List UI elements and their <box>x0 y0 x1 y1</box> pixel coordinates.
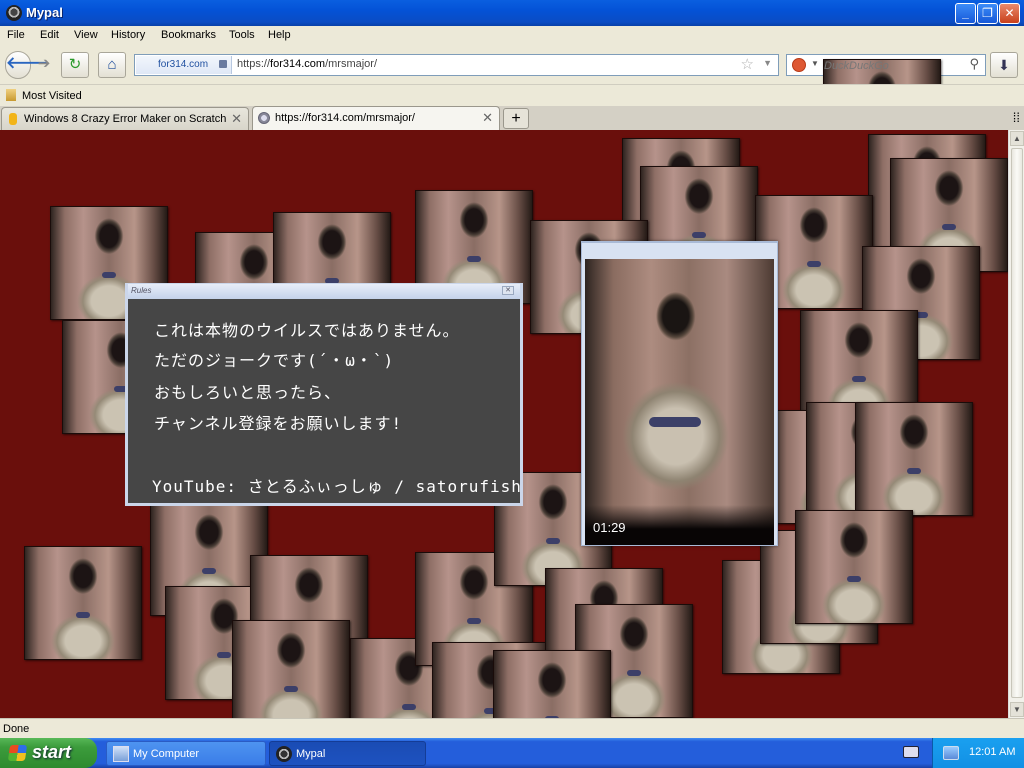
video-player[interactable]: 01:29 <box>581 241 778 546</box>
system-tray: 12:01 AM <box>932 738 1024 768</box>
menu-file[interactable]: File <box>7 29 25 41</box>
scratch-favicon-icon <box>9 113 17 125</box>
rules-line: ただのジョークです(´・ω・`) <box>154 351 395 370</box>
close-button[interactable]: ✕ <box>999 3 1020 24</box>
site-identity-button[interactable]: for314.com <box>136 56 232 74</box>
list-all-tabs-icon[interactable]: ⁞⁞ <box>1013 110 1020 125</box>
arrow-right-icon: ➔ <box>37 55 51 72</box>
search-box[interactable]: ▼ DuckDuckGo ⚲ <box>786 54 986 173</box>
bookmark-most-visited[interactable]: Most Visited <box>6 89 82 102</box>
minimize-button[interactable]: _ <box>955 3 976 24</box>
home-button[interactable]: ⌂ <box>98 52 126 78</box>
globe-icon <box>258 112 270 124</box>
menu-tools[interactable]: Tools <box>229 29 255 41</box>
menu-bar: File Edit View History Bookmarks Tools H… <box>0 26 1024 46</box>
tab-scratch[interactable]: Windows 8 Crazy Error Maker on Scratch ✕ <box>1 107 249 130</box>
rules-dialog-close-icon[interactable]: ✕ <box>502 286 514 295</box>
scroll-down-icon[interactable]: ▼ <box>1010 702 1024 717</box>
computer-icon <box>113 746 129 762</box>
chevron-down-icon[interactable]: ▼ <box>811 59 819 68</box>
video-frame[interactable]: 01:29 <box>585 259 774 545</box>
doll-image <box>795 510 913 624</box>
reload-icon: ↻ <box>68 56 82 73</box>
duckduckgo-icon[interactable] <box>792 58 806 72</box>
tab-close-icon[interactable]: ✕ <box>482 110 493 126</box>
status-text: Done <box>3 723 30 735</box>
rules-line: チャンネル登録をお願いします! <box>154 414 403 433</box>
folder-icon <box>6 89 16 101</box>
download-arrow-icon: ⬇ <box>998 57 1010 73</box>
window-title: Mypal <box>26 5 63 20</box>
doll-image <box>232 620 350 718</box>
rules-dialog-titlebar[interactable]: Rules ✕ <box>128 284 520 299</box>
scrollbar-thumb[interactable] <box>1011 148 1023 698</box>
menu-history[interactable]: History <box>111 29 145 41</box>
scroll-up-icon[interactable]: ▲ <box>1010 131 1024 146</box>
status-bar: Done <box>0 718 1024 738</box>
page-content: 01:29 Rules ✕ これは本物のウイルスではありません。 ただのジョーク… <box>0 130 1008 718</box>
back-button[interactable]: 🡐 <box>5 51 49 79</box>
rules-dialog: Rules ✕ これは本物のウイルスではありません。 ただのジョークです(´・ω… <box>125 283 523 506</box>
title-bar[interactable]: Mypal _ ❐ ✕ <box>0 0 1024 26</box>
tab-label: https://for314.com/mrsmajor/ <box>275 112 415 124</box>
taskbar-mypal[interactable]: Mypal <box>269 741 426 766</box>
browser-window: Mypal _ ❐ ✕ File Edit View History Bookm… <box>0 0 1024 738</box>
taskbar: start My Computer Mypal 12:01 AM <box>0 738 1024 768</box>
start-button[interactable]: start <box>0 738 97 768</box>
forward-button[interactable]: ➔ <box>33 52 55 78</box>
lock-icon <box>219 60 227 68</box>
video-bow-detail <box>649 417 701 427</box>
menu-view[interactable]: View <box>74 29 98 41</box>
mypal-app-icon <box>6 5 22 21</box>
tab-close-icon[interactable]: ✕ <box>231 111 242 127</box>
mypal-app-icon <box>276 746 292 762</box>
doll-image <box>855 402 973 516</box>
start-label: start <box>32 742 72 762</box>
network-icon[interactable] <box>943 746 959 760</box>
bookmarks-toolbar: Most Visited <box>0 84 1024 106</box>
tab-mrsmajor[interactable]: https://for314.com/mrsmajor/ ✕ <box>252 106 500 130</box>
vertical-scrollbar[interactable]: ▲ ▼ <box>1008 130 1024 718</box>
rules-youtube-credit: YouTube: さとるふぃっしゅ / satorufish <box>152 477 522 496</box>
taskbar-my-computer[interactable]: My Computer <box>106 741 266 766</box>
new-tab-button[interactable]: + <box>503 108 529 129</box>
menu-help[interactable]: Help <box>268 29 291 41</box>
doll-image <box>24 546 142 660</box>
rules-line: おもしろいと思ったら、 <box>154 383 342 402</box>
home-icon: ⌂ <box>107 56 117 73</box>
star-icon[interactable]: ☆ <box>741 55 754 73</box>
keyboard-icon[interactable] <box>903 746 919 758</box>
chevron-down-icon[interactable]: ▼ <box>763 58 772 68</box>
magnifier-icon[interactable]: ⚲ <box>969 56 979 72</box>
video-time: 01:29 <box>593 520 626 535</box>
maximize-button[interactable]: ❐ <box>977 3 998 24</box>
tab-label: Windows 8 Crazy Error Maker on Scratch <box>24 113 227 125</box>
url-bar[interactable]: for314.com https://for314.com/mrsmajor/ … <box>134 54 779 76</box>
clock[interactable]: 12:01 AM <box>969 746 1015 758</box>
downloads-button[interactable]: ⬇ <box>990 52 1018 78</box>
menu-edit[interactable]: Edit <box>40 29 59 41</box>
reload-button[interactable]: ↻ <box>61 52 89 78</box>
tab-bar: Windows 8 Crazy Error Maker on Scratch ✕… <box>0 106 1024 130</box>
windows-logo-icon <box>7 745 28 761</box>
rules-line: これは本物のウイルスではありません。 <box>154 321 460 340</box>
url-text[interactable]: https://for314.com/mrsmajor/ <box>237 58 377 70</box>
rules-dialog-title: Rules <box>131 286 152 295</box>
menu-bookmarks[interactable]: Bookmarks <box>161 29 216 41</box>
doll-image <box>493 650 611 718</box>
